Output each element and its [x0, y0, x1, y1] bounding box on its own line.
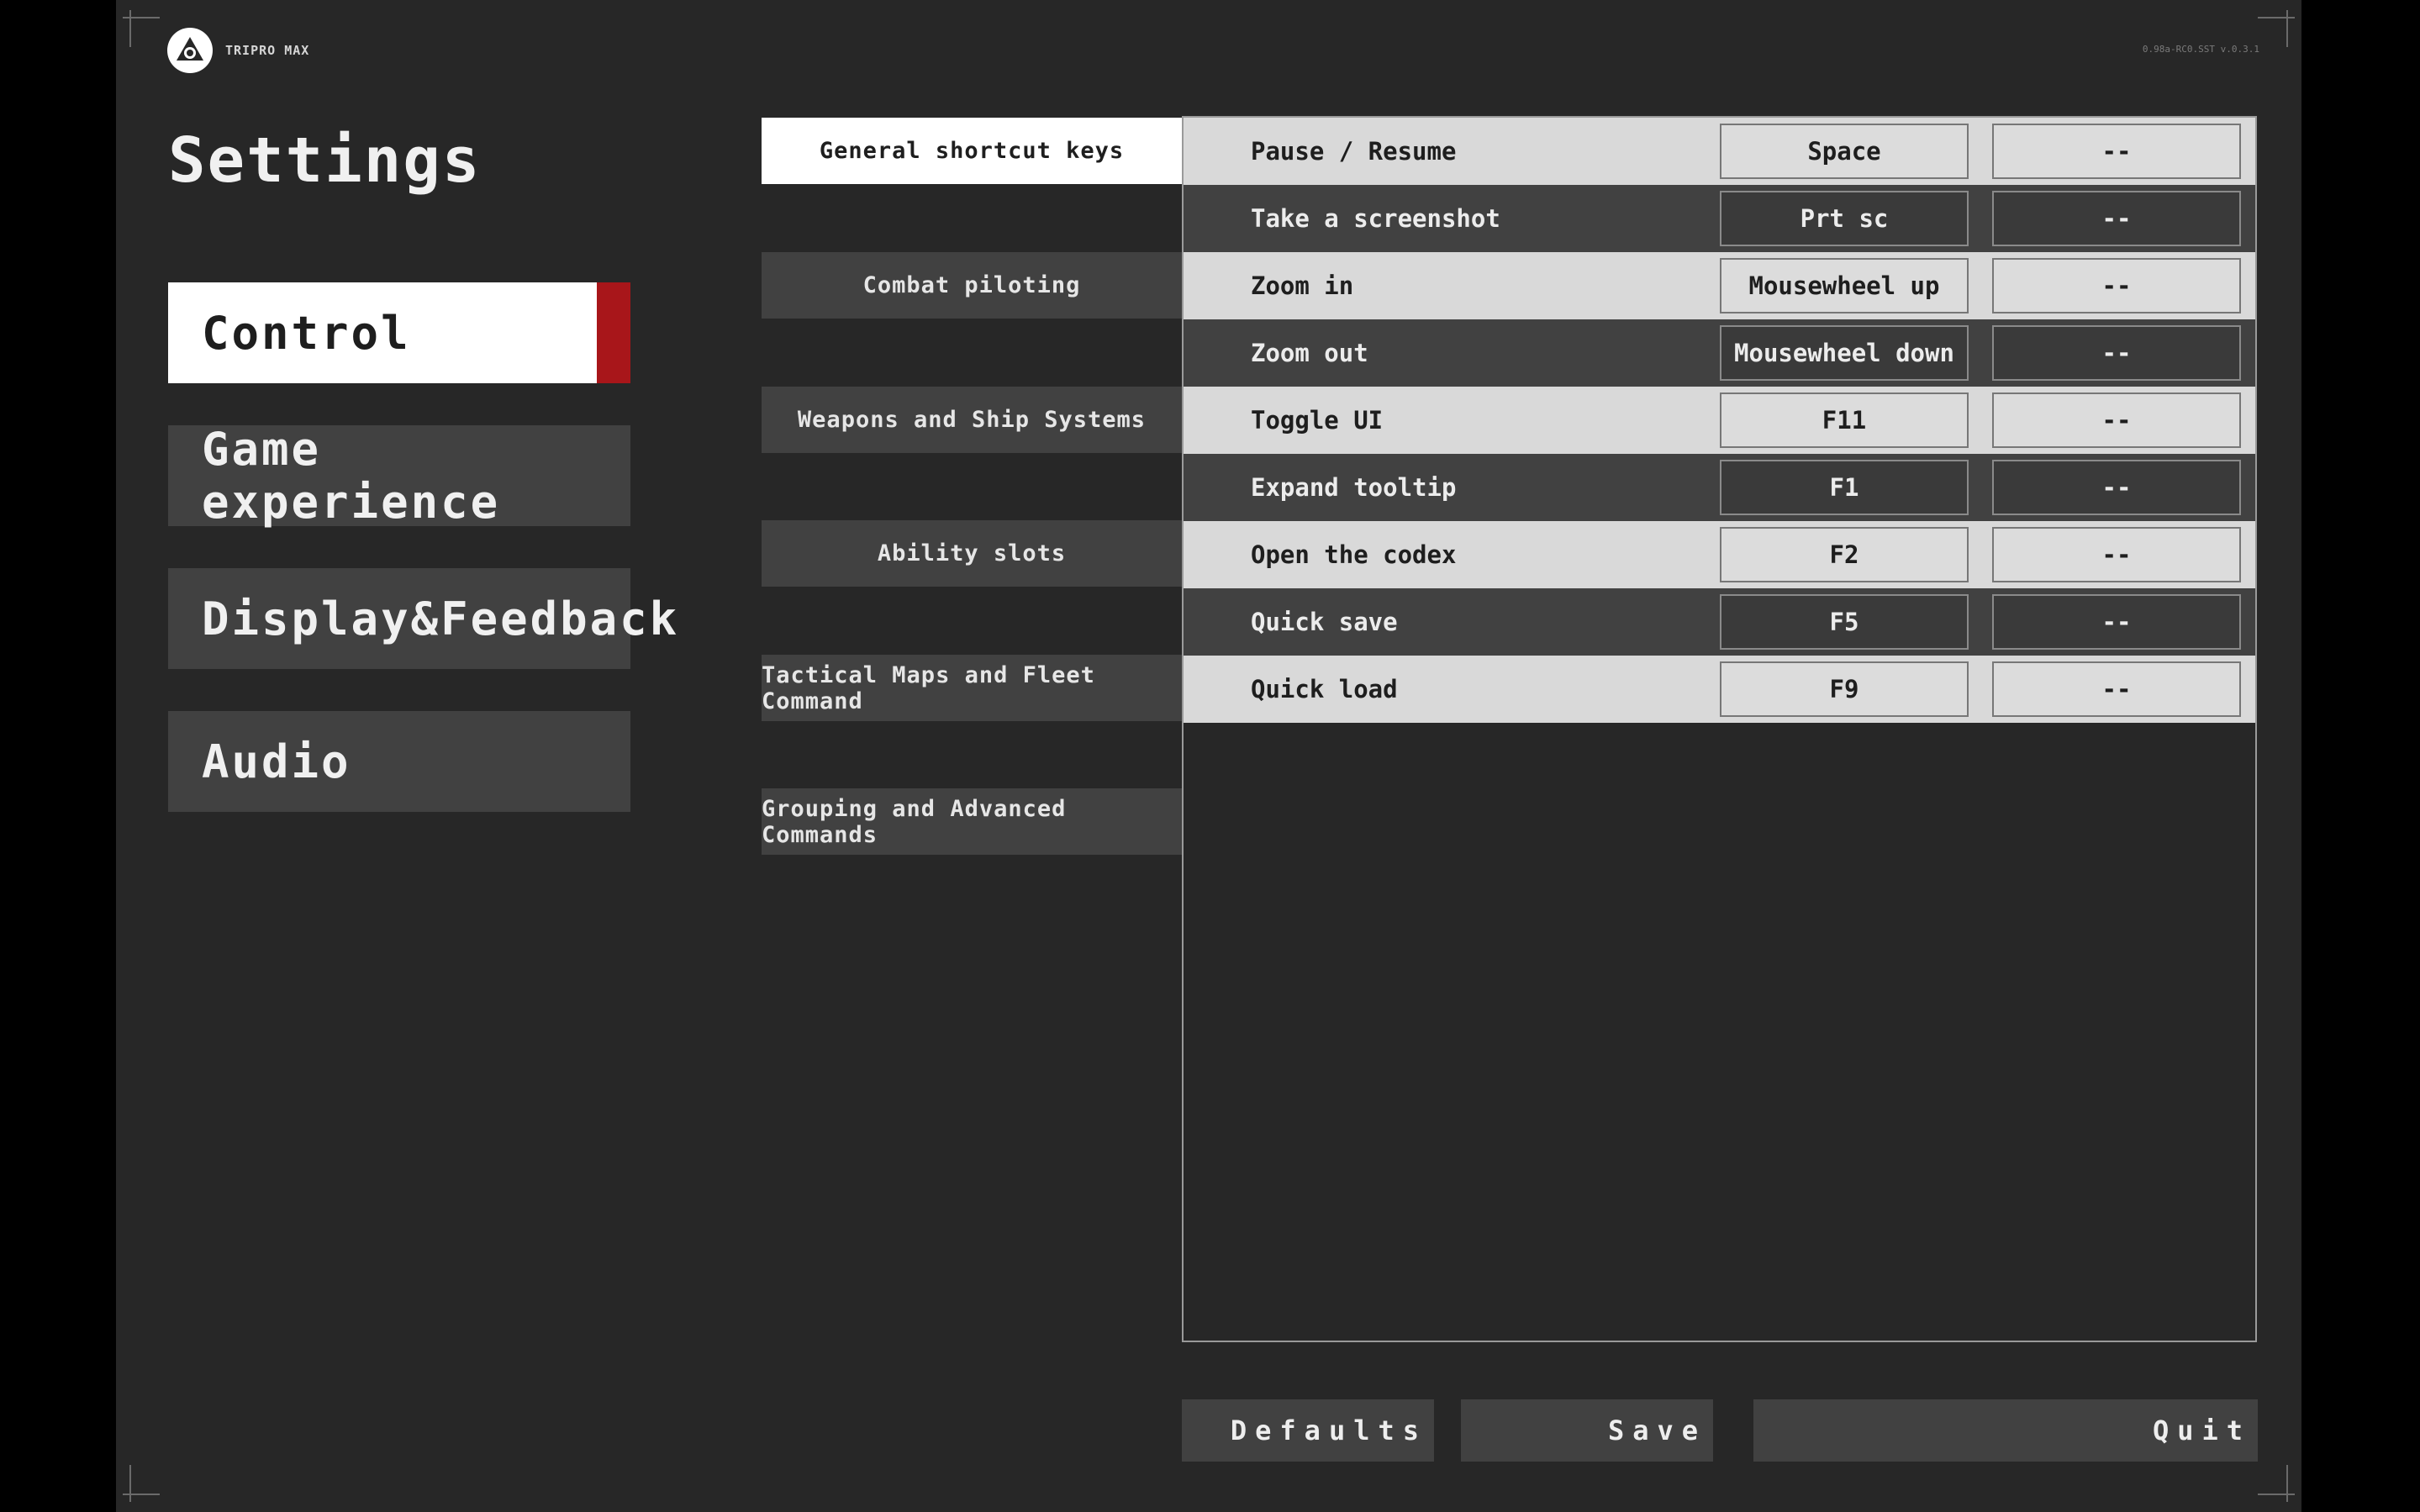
- category-label: Audio: [202, 735, 351, 788]
- primary-key-button[interactable]: Space: [1720, 124, 1969, 179]
- action-label: Zoom in: [1251, 271, 1354, 300]
- corner-bracket-bottom-right: [2258, 1465, 2295, 1502]
- action-label: Toggle UI: [1251, 406, 1384, 435]
- secondary-key-button[interactable]: --: [1992, 460, 2241, 515]
- category-label: Control: [202, 306, 411, 360]
- tab-label: Weapons and Ship Systems: [797, 407, 1147, 433]
- tab-label: General shortcut keys: [819, 138, 1125, 164]
- tab-label: Grouping and Advanced Commands: [762, 795, 1067, 848]
- version-label: 0.98a-RC0.SST v.0.3.1: [2142, 44, 2259, 55]
- table-row: Expand tooltip F1 --: [1184, 454, 2255, 521]
- table-row: Quick save F5 --: [1184, 588, 2255, 656]
- save-button[interactable]: Save: [1461, 1399, 1713, 1462]
- tab-label: Ability slots: [877, 540, 1067, 566]
- action-label: Zoom out: [1251, 339, 1368, 367]
- corner-bracket-top-left: [123, 10, 160, 47]
- primary-key-button[interactable]: Mousewheel down: [1720, 325, 1969, 381]
- table-row: Zoom out Mousewheel down --: [1184, 319, 2255, 387]
- category-control[interactable]: Control: [168, 282, 630, 383]
- secondary-key-button[interactable]: --: [1992, 392, 2241, 448]
- corner-bracket-top-right: [2258, 10, 2295, 47]
- tab-label: Tactical Maps and Fleet Command: [762, 661, 1095, 714]
- action-label: Take a screenshot: [1251, 204, 1500, 233]
- tab-weapons-ship-systems[interactable]: Weapons and Ship Systems: [762, 387, 1182, 453]
- brand-logo: TRIPRO MAX: [166, 27, 309, 74]
- secondary-key-button[interactable]: --: [1992, 325, 2241, 381]
- category-audio[interactable]: Audio: [168, 711, 630, 812]
- action-label: Pause / Resume: [1251, 137, 1457, 166]
- secondary-key-button[interactable]: --: [1992, 661, 2241, 717]
- quit-button[interactable]: Quit: [1753, 1399, 2258, 1462]
- table-row: Zoom in Mousewheel up --: [1184, 252, 2255, 319]
- table-row: Toggle UI F11 --: [1184, 387, 2255, 454]
- keybinding-table: Pause / Resume Space -- Take a screensho…: [1182, 116, 2257, 1342]
- secondary-key-button[interactable]: --: [1992, 258, 2241, 313]
- action-label: Quick save: [1251, 608, 1398, 636]
- primary-key-button[interactable]: F1: [1720, 460, 1969, 515]
- defaults-button[interactable]: Defaults: [1182, 1399, 1434, 1462]
- tab-ability-slots[interactable]: Ability slots: [762, 520, 1182, 587]
- category-game-experience[interactable]: Game experience: [168, 423, 630, 529]
- primary-key-button[interactable]: F5: [1720, 594, 1969, 650]
- tab-tactical-maps-fleet-command[interactable]: Tactical Maps and Fleet Command: [762, 655, 1182, 721]
- secondary-key-button[interactable]: --: [1992, 191, 2241, 246]
- table-row: Quick load F9 --: [1184, 656, 2255, 723]
- primary-key-button[interactable]: F9: [1720, 661, 1969, 717]
- active-marker: [597, 282, 630, 383]
- settings-screen: TRIPRO MAX 0.98a-RC0.SST v.0.3.1 Setting…: [116, 0, 2301, 1512]
- secondary-key-button[interactable]: --: [1992, 124, 2241, 179]
- page-title: Settings: [168, 124, 482, 197]
- action-label: Open the codex: [1251, 540, 1457, 569]
- category-label: Display&Feedback: [202, 592, 680, 645]
- primary-key-button[interactable]: Mousewheel up: [1720, 258, 1969, 313]
- primary-key-button[interactable]: F11: [1720, 392, 1969, 448]
- brand-name: TRIPRO MAX: [225, 43, 310, 58]
- tab-general-shortcut-keys[interactable]: General shortcut keys: [762, 118, 1182, 184]
- secondary-key-button[interactable]: --: [1992, 594, 2241, 650]
- primary-key-button[interactable]: F2: [1720, 527, 1969, 582]
- action-label: Quick load: [1251, 675, 1398, 703]
- category-display-feedback[interactable]: Display&Feedback: [168, 568, 677, 669]
- table-row: Take a screenshot Prt sc --: [1184, 185, 2255, 252]
- tab-label: Combat piloting: [862, 272, 1081, 298]
- action-label: Expand tooltip: [1251, 473, 1457, 502]
- secondary-key-button[interactable]: --: [1992, 527, 2241, 582]
- primary-key-button[interactable]: Prt sc: [1720, 191, 1969, 246]
- tripro-logo-icon: [167, 28, 213, 73]
- category-label: Game experience: [202, 423, 501, 529]
- corner-bracket-bottom-left: [123, 1465, 160, 1502]
- tab-combat-piloting[interactable]: Combat piloting: [762, 252, 1182, 319]
- tab-grouping-advanced-commands[interactable]: Grouping and Advanced Commands: [762, 788, 1182, 855]
- table-row: Pause / Resume Space --: [1184, 118, 2255, 185]
- table-row: Open the codex F2 --: [1184, 521, 2255, 588]
